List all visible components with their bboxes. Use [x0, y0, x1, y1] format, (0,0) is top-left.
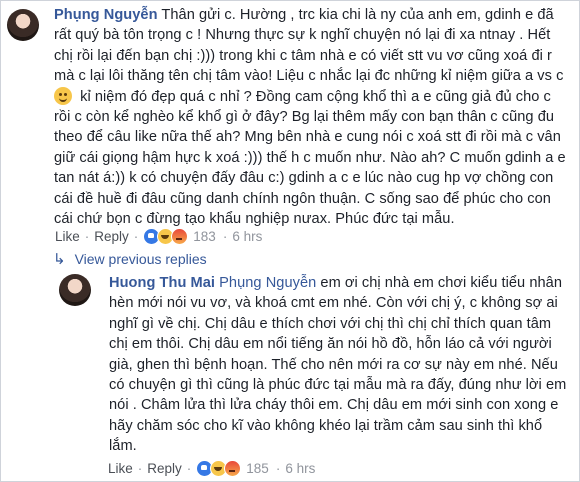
angry-reaction-icon	[171, 228, 189, 245]
comment-line: rất quý bà tôn trọng c ! Nhưng thực sự k…	[54, 27, 551, 44]
comment-line: theo để câu like nữa thế ah? Mng bên nhà…	[54, 129, 561, 146]
comment-line: cái chứ bọn c đừng tạo khẩu nghiệp nưax.…	[54, 211, 455, 228]
reply-arrow-icon: ↳	[53, 251, 66, 268]
comment-line: kỉ niệm đó đẹp quá c nhỉ ? Đồng cam cộng…	[54, 86, 574, 107]
comment-author[interactable]: Huong Thu Mai	[109, 275, 215, 291]
smiley-emoji-icon	[54, 86, 72, 105]
reactions[interactable]	[143, 228, 189, 245]
reaction-count[interactable]: 183	[193, 229, 216, 244]
separator-dot: ·	[186, 461, 192, 476]
comment-line: hèn mới nói vu vơ, và khoá cmt em nhé. C…	[109, 295, 558, 312]
comment-line: mà c lại lôi thăng tên chị tâm vào! Liệu…	[54, 68, 564, 85]
reply-comment-body: Huong Thu Mai Phụng Nguyễn em ơi chị nhà…	[109, 273, 575, 457]
comment-line: nói . Châm lửa thì lửa cháy thôi em. Chị…	[109, 397, 559, 414]
comment-author[interactable]: Phụng Nguyễn	[54, 7, 158, 23]
comment-line: già, ghen thì bệnh hoạn. Thế cho nên mới…	[109, 356, 558, 373]
comment-line: cái đề huề đi đâu cũng danh chính ngôn t…	[54, 190, 551, 207]
comment-line: giữ cái giọng hậm hực k xoá :))) thế h c…	[54, 149, 566, 166]
mentioned-user[interactable]: Phụng Nguyễn	[219, 275, 316, 291]
separator-dot: ·	[275, 461, 281, 476]
comment-line: rồi c còn kể nghèo kể khổ gì ở đây? Bg l…	[54, 109, 555, 126]
separator-dot: ·	[133, 229, 139, 244]
main-comment-body: Phụng Nguyễn Thân gửi c. Hường , trc kia…	[54, 5, 574, 229]
avatar[interactable]	[7, 9, 39, 41]
view-replies-label: View previous replies	[74, 251, 207, 267]
separator-dot: ·	[137, 461, 143, 476]
view-previous-replies-link[interactable]: ↳ View previous replies	[53, 250, 207, 268]
comment-actions: Like · Reply · 183 · 6 hrs	[55, 228, 262, 245]
comment-line: có chuyện gì thì cũng là phúc đức tại mẫ…	[109, 377, 567, 394]
comment-line: nghĩ gì về chị. Chị dâu e thích chơi với…	[109, 315, 552, 332]
like-link[interactable]: Like	[55, 229, 80, 244]
like-link[interactable]: Like	[108, 461, 133, 476]
comment-line: lắm.	[109, 438, 137, 455]
comment-line: Phụng Nguyễn Thân gửi c. Hường , trc kia…	[54, 7, 554, 23]
reply-link[interactable]: Reply	[94, 229, 129, 244]
separator-dot: ·	[84, 229, 90, 244]
reactions[interactable]	[196, 460, 242, 477]
timestamp[interactable]: 6 hrs	[285, 461, 315, 476]
angry-reaction-icon	[224, 460, 242, 477]
reaction-count[interactable]: 185	[246, 461, 269, 476]
comment-line: Huong Thu Mai Phụng Nguyễn em ơi chị nhà…	[109, 275, 562, 291]
comment-line: chị em thôi. Chị dâu em nổi tiếng ăn nói…	[109, 336, 552, 353]
separator-dot: ·	[222, 229, 228, 244]
reply-link[interactable]: Reply	[147, 461, 182, 476]
reply-actions: Like · Reply · 185 · 6 hrs	[108, 460, 315, 477]
timestamp[interactable]: 6 hrs	[232, 229, 262, 244]
comment-line: hãy chăm sóc cho kĩ vào không khéo lại t…	[109, 417, 543, 434]
comment-line: tan nát á:)) k có chuyện đấy đâu c:) gdi…	[54, 170, 554, 187]
comment-line: chị rồi lại đến bạn chị :))) trong khi c…	[54, 47, 552, 64]
avatar[interactable]	[59, 274, 91, 306]
comment-thread: Phụng Nguyễn Thân gửi c. Hường , trc kia…	[0, 0, 580, 482]
